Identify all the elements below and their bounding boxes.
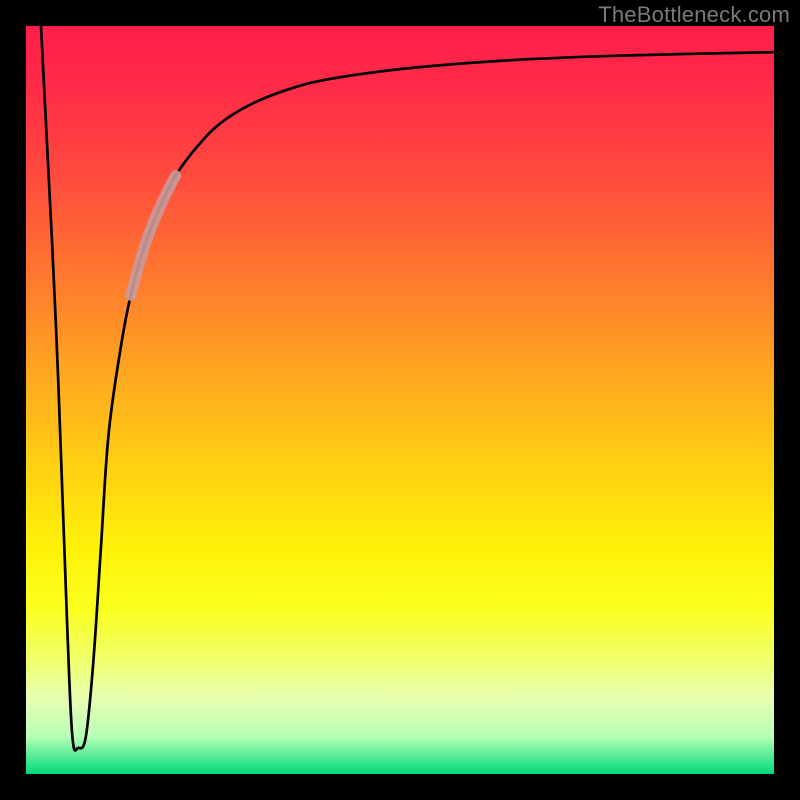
plot-area bbox=[26, 26, 774, 774]
chart-svg bbox=[26, 26, 774, 774]
highlight-segment bbox=[131, 176, 176, 296]
chart-stage: TheBottleneck.com bbox=[0, 0, 800, 800]
series-curve bbox=[41, 26, 774, 751]
watermark-text: TheBottleneck.com bbox=[598, 2, 790, 28]
